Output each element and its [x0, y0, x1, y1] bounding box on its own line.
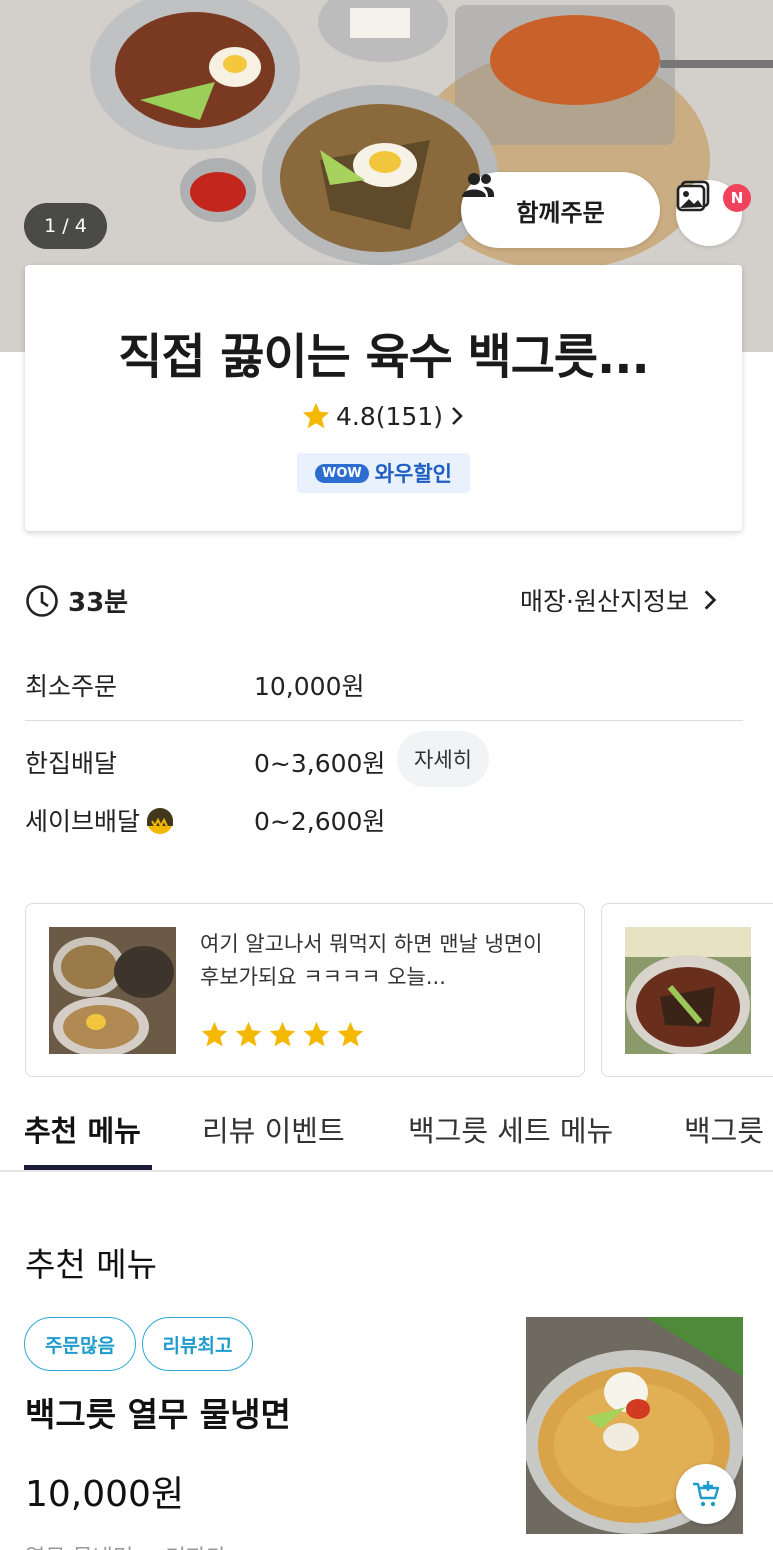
- menu-item-description: 열무 물냉면 + 겨자가: [25, 1540, 226, 1550]
- wow-discount-badge: WOW 와우할인: [297, 453, 470, 493]
- cart-add-icon: [693, 1481, 720, 1507]
- delivery-label: 한집배달: [25, 749, 118, 778]
- star-icon: [235, 1021, 262, 1047]
- star-icon: [269, 1021, 296, 1047]
- min-order-label: 최소주문: [25, 672, 118, 701]
- chevron-right-icon: [452, 407, 463, 425]
- chevron-right-icon: [704, 590, 717, 610]
- group-order-button[interactable]: 함께주문: [461, 172, 660, 248]
- add-to-cart-button[interactable]: [676, 1464, 736, 1524]
- gallery-icon: [676, 180, 710, 212]
- save-delivery-fee-value: 0~2,600원: [254, 807, 386, 836]
- save-delivery-text: 세이브배달: [25, 807, 141, 836]
- save-delivery-icon: [147, 808, 174, 834]
- star-icon: [303, 1021, 330, 1047]
- rating-value: 4.8(151): [336, 401, 443, 431]
- tag-popular: 주문많음: [24, 1317, 136, 1371]
- image-counter: 1 / 4: [24, 203, 107, 249]
- store-title-card: 직접 끓이는 육수 백그릇... 4.8(151) WOW 와우할인: [25, 265, 742, 531]
- tab-more[interactable]: 백그릇: [684, 1108, 764, 1150]
- review-photo: [49, 927, 176, 1054]
- rating-link[interactable]: 4.8(151): [25, 401, 742, 431]
- active-tab-indicator: [24, 1165, 152, 1170]
- clock-icon: [26, 584, 58, 617]
- review-stars: [200, 1020, 365, 1049]
- min-order-value: 10,000원: [254, 672, 365, 701]
- review-card[interactable]: [601, 903, 773, 1077]
- star-icon: [201, 1021, 228, 1047]
- tag-best-review: 리뷰최고: [142, 1317, 253, 1371]
- delivery-time-value: 33분: [68, 588, 129, 618]
- section-title: 추천 메뉴: [25, 1245, 157, 1284]
- store-info-label: 매장·원산지정보: [520, 587, 689, 616]
- review-card[interactable]: 여기 알고나서 뭐먹지 하면 맨날 냉면이 후보가되요 ㅋㅋㅋㅋ 오늘...: [25, 903, 585, 1077]
- group-order-label: 함께주문: [516, 198, 605, 227]
- tab-review-event[interactable]: 리뷰 이벤트: [202, 1108, 345, 1150]
- star-icon: [337, 1021, 364, 1047]
- divider: [25, 720, 743, 721]
- delivery-fee-value: 0~3,600원: [254, 749, 386, 778]
- wow-pill: WOW: [314, 463, 369, 483]
- star-icon: [302, 402, 330, 429]
- menu-item-name[interactable]: 백그릇 열무 물냉면: [25, 1388, 291, 1436]
- tab-recommended[interactable]: 추천 메뉴: [24, 1108, 141, 1150]
- wow-discount-label: 와우할인: [374, 462, 452, 486]
- store-name: 직접 끓이는 육수 백그릇...: [118, 329, 649, 385]
- save-delivery-label: 세이브배달: [25, 802, 176, 838]
- review-text: 여기 알고나서 뭐먹지 하면 맨날 냉면이 후보가되요 ㅋㅋㅋㅋ 오늘...: [200, 932, 543, 989]
- tab-set-menu[interactable]: 백그릇 세트 메뉴: [408, 1108, 613, 1150]
- review-photo: [625, 927, 751, 1054]
- delivery-time: 33분: [25, 582, 128, 619]
- people-icon: [462, 173, 495, 197]
- new-badge: N: [723, 184, 751, 212]
- store-info-link[interactable]: 매장·원산지정보: [520, 582, 723, 618]
- menu-item-price: 10,000원: [25, 1474, 185, 1515]
- delivery-detail-button[interactable]: 자세히: [397, 731, 489, 787]
- menu-tabs: 추천 메뉴 리뷰 이벤트 백그릇 세트 메뉴 백그릇: [0, 1100, 773, 1172]
